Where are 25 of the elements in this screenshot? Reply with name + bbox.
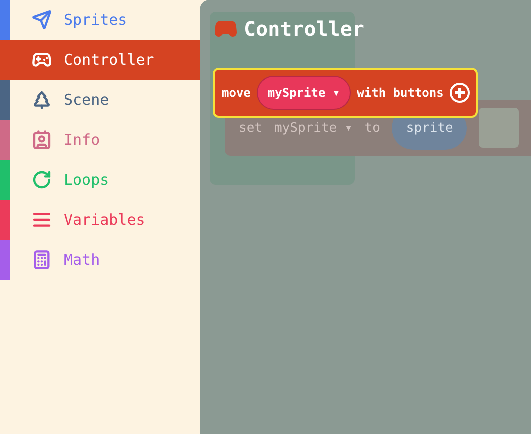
calculator-icon (32, 250, 52, 270)
category-label: Math (64, 251, 100, 269)
contact-card-icon (32, 130, 52, 150)
category-label: Controller (64, 51, 154, 69)
category-label: Scene (64, 91, 110, 109)
category-label: Loops (64, 171, 110, 189)
sprite-dropdown[interactable]: mySprite ▾ (256, 76, 352, 110)
block-text: move (222, 86, 251, 100)
image-icon (479, 108, 520, 148)
tree-icon (32, 90, 52, 110)
dropdown-label: mySprite ▾ (274, 120, 353, 136)
flyout-heading: Controller (244, 17, 364, 41)
gamepad-icon (32, 50, 52, 70)
category-label: Info (64, 131, 100, 149)
block-text: set (239, 120, 262, 136)
move-block[interactable]: move mySprite ▾ with buttons (213, 68, 478, 118)
category-label: Variables (64, 211, 146, 229)
refresh-icon (32, 170, 52, 190)
paper-plane-icon (32, 10, 52, 30)
category-label: Sprites (64, 11, 128, 29)
lines-icon (32, 210, 52, 230)
block-text: with buttons (357, 86, 444, 100)
block-text: to (364, 120, 380, 136)
plus-icon[interactable] (450, 83, 470, 103)
category-item[interactable]: Controller (0, 40, 200, 80)
